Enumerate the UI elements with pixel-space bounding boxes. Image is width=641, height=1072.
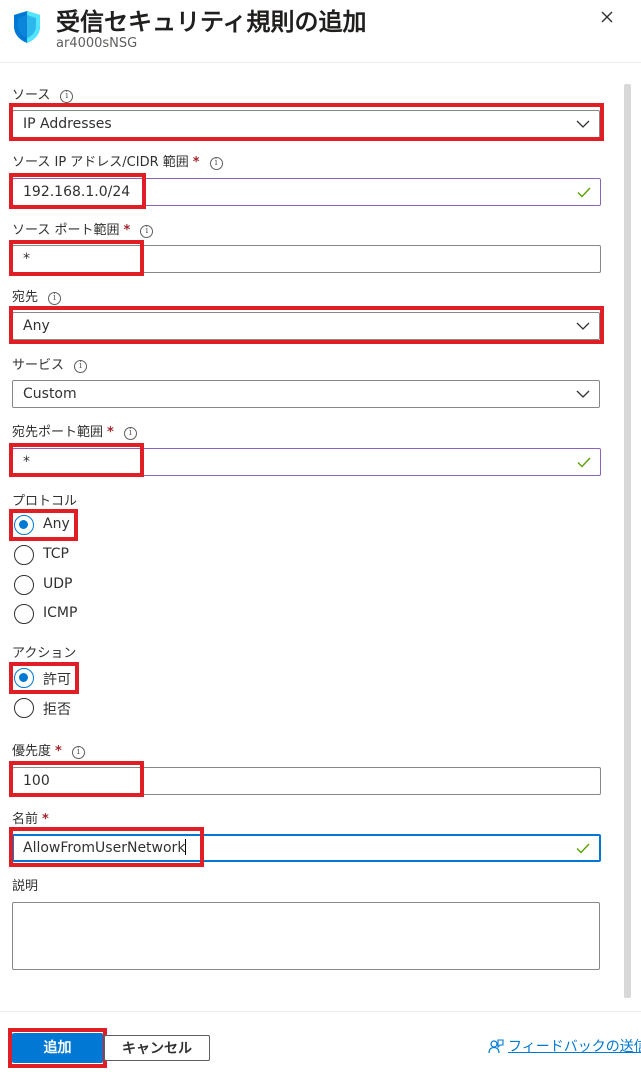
name-input[interactable]: AllowFromUserNetwork (12, 834, 601, 862)
action-option-label: 許可 (43, 672, 71, 688)
service-label: サービス i (12, 357, 88, 375)
info-icon[interactable]: i (48, 292, 62, 305)
info-icon[interactable]: i (60, 90, 74, 103)
action-radio-allow[interactable] (14, 668, 34, 688)
protocol-radio-tcp[interactable] (14, 545, 34, 565)
priority-label: 優先度 * i (12, 743, 85, 761)
cancel-button[interactable]: キャンセル (104, 1035, 210, 1061)
info-icon[interactable]: i (71, 746, 85, 759)
protocol-radio-icmp[interactable] (14, 604, 34, 624)
action-option-label: 拒否 (43, 702, 71, 718)
source-ip-input[interactable]: 192.168.1.0/24 (12, 178, 601, 206)
source-port-input[interactable]: * (12, 245, 601, 273)
source-port-value: * (23, 251, 30, 267)
protocol-label: プロトコル (12, 494, 78, 509)
protocol-radio-any[interactable] (14, 515, 34, 535)
priority-input[interactable]: 100 (12, 767, 601, 795)
shield-icon (14, 11, 40, 43)
protocol-radio-udp[interactable] (14, 575, 34, 595)
dest-port-label: 宛先ポート範囲 * i (12, 424, 137, 442)
info-icon[interactable]: i (209, 157, 223, 170)
source-ip-label: ソース IP アドレス/CIDR 範囲 * i (12, 154, 223, 172)
protocol-option-label: ICMP (43, 605, 78, 621)
source-ip-value: 192.168.1.0/24 (23, 184, 131, 200)
scrollbar[interactable] (624, 84, 631, 998)
source-port-label: ソース ポート範囲 * i (12, 222, 154, 240)
header-divider (0, 62, 641, 63)
checkmark-icon (576, 843, 590, 854)
feedback-icon (488, 1039, 504, 1054)
destination-label: 宛先 i (12, 289, 62, 307)
page-title: 受信セキュリティ規則の追加 (56, 8, 367, 36)
source-dropdown[interactable]: IP Addresses (12, 110, 600, 138)
page-subtitle: ar4000sNSG (56, 36, 138, 51)
feedback-label: フィードバックの送信 (508, 1039, 641, 1055)
action-radio-deny[interactable] (14, 698, 34, 718)
description-label: 説明 (12, 879, 39, 894)
protocol-option-label: UDP (43, 576, 73, 592)
protocol-option-label: TCP (43, 546, 69, 562)
source-label: ソース i (12, 87, 74, 105)
priority-value: 100 (23, 773, 50, 789)
source-value: IP Addresses (23, 116, 112, 132)
action-label: アクション (12, 646, 77, 661)
dest-port-input[interactable]: * (12, 448, 601, 476)
info-icon[interactable]: i (140, 225, 154, 238)
name-value: AllowFromUserNetwork (23, 840, 186, 856)
protocol-option-label: Any (43, 516, 70, 532)
description-textarea[interactable] (12, 902, 600, 970)
chevron-down-icon (576, 120, 590, 128)
checkmark-icon (577, 457, 591, 468)
name-label: 名前 * (12, 812, 49, 827)
checkmark-icon (577, 187, 591, 198)
chevron-down-icon (576, 390, 590, 398)
dest-port-value: * (23, 454, 30, 470)
info-icon[interactable]: i (74, 360, 88, 373)
info-icon[interactable]: i (123, 427, 137, 440)
service-value: Custom (23, 386, 77, 402)
destination-dropdown[interactable]: Any (12, 312, 600, 340)
footer-divider (0, 1011, 641, 1012)
destination-value: Any (23, 318, 50, 334)
text-caret (185, 839, 187, 855)
feedback-link[interactable]: フィードバックの送信 (488, 1036, 641, 1056)
add-button[interactable]: 追加 (12, 1033, 103, 1063)
close-icon[interactable] (596, 6, 618, 28)
service-dropdown[interactable]: Custom (12, 380, 600, 408)
chevron-down-icon (576, 322, 590, 330)
